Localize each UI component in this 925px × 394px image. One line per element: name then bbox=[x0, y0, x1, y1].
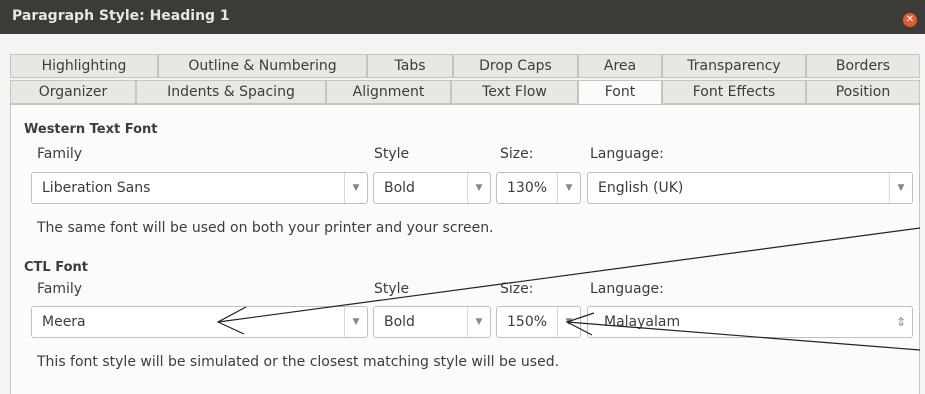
annotation-line-left bbox=[217, 227, 921, 323]
annotation-arrows bbox=[216, 227, 921, 351]
paragraph-style-dialog: Paragraph Style: Heading 1 ✕ Highlightin… bbox=[0, 0, 925, 394]
annotation-line-right bbox=[566, 321, 921, 351]
